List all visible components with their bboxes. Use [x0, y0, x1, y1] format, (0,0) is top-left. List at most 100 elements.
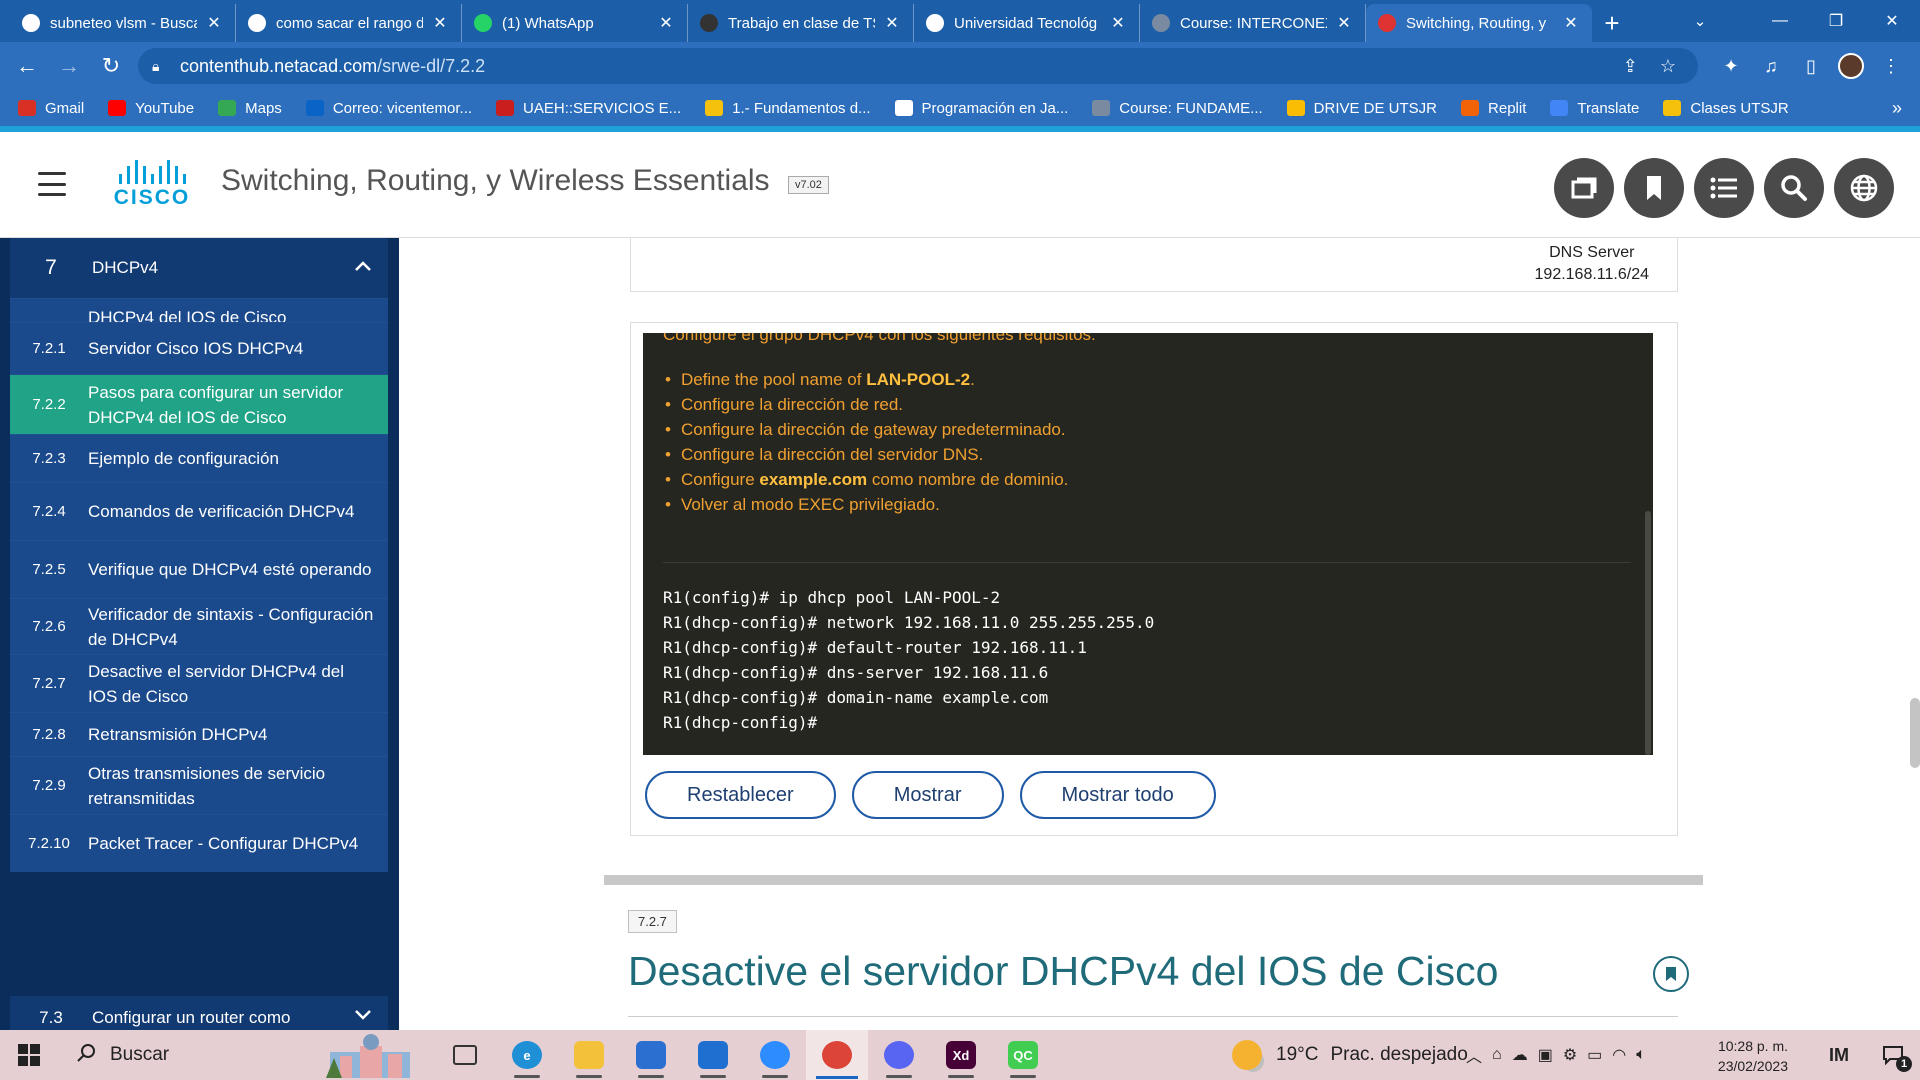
taskbar-app[interactable]: e	[496, 1030, 558, 1080]
next-module-header[interactable]: 7.3 Configurar un router como	[10, 996, 388, 1030]
sidebar-item-7-2-4[interactable]: 7.2.4 Comandos de verificación DHCPv4	[10, 482, 388, 540]
taskbar-app[interactable]	[682, 1030, 744, 1080]
sidebar-item-7-2-6[interactable]: 7.2.6 Verificador de sintaxis - Configura…	[10, 598, 388, 654]
page-scrollbar[interactable]	[1910, 698, 1920, 768]
sidebar-item-7-2-10[interactable]: 7.2.10 Packet Tracer - Configurar DHCPv4	[10, 814, 388, 872]
show-all-button[interactable]: Mostrar todo	[1019, 771, 1216, 819]
sidebar-item-7-2-2[interactable]: 7.2.2 Pasos para configurar un servidor D…	[10, 374, 388, 434]
taskbar-app[interactable]	[806, 1030, 868, 1080]
taskbar-app[interactable]: QC	[992, 1030, 1054, 1080]
forward-icon[interactable]: →	[48, 45, 90, 87]
close-icon[interactable]: ✕	[657, 13, 675, 33]
close-icon[interactable]: ✕	[883, 13, 901, 33]
sidebar-item-7-2-8[interactable]: 7.2.8 Retransmisión DHCPv4	[10, 712, 388, 756]
browser-tab[interactable]: como sacar el rango d ✕	[236, 4, 462, 42]
requirement-text-end: .	[970, 370, 975, 389]
close-icon[interactable]: ✕	[1335, 13, 1353, 33]
show-button[interactable]: Mostrar	[851, 771, 1004, 819]
sidebar-item-7-2-3[interactable]: 7.2.3 Ejemplo de configuración	[10, 434, 388, 482]
close-icon[interactable]: ✕	[1109, 13, 1127, 33]
tab-search-icon[interactable]: ⌄	[1678, 0, 1722, 42]
taskbar-app[interactable]	[558, 1030, 620, 1080]
media-control-icon[interactable]: ♫	[1754, 46, 1788, 86]
bookmarks-overflow-button[interactable]: »	[1892, 90, 1902, 126]
reload-icon[interactable]: ↻	[90, 45, 132, 87]
module-header[interactable]: 7 DHCPv4	[10, 238, 388, 298]
taskbar-search[interactable]: Buscar	[60, 1030, 420, 1080]
list-icon[interactable]	[1694, 158, 1754, 218]
extensions-icon[interactable]: ✦	[1714, 46, 1748, 86]
sidebar-item-7-2-7[interactable]: 7.2.7 Desactive el servidor DHCPv4 del IO…	[10, 654, 388, 712]
requirement-text: Configure la dirección del servidor DNS.	[680, 445, 984, 464]
sidebar-item-7-2-5[interactable]: 7.2.5 Verifique que DHCPv4 esté operando	[10, 540, 388, 598]
bookmark-item[interactable]: Translate	[1550, 100, 1639, 117]
volume-icon[interactable]: 🔈︎	[1636, 1046, 1646, 1064]
restore-icon[interactable]: ❐	[1808, 0, 1864, 42]
taskbar-app[interactable]	[868, 1030, 930, 1080]
browser-tab[interactable]: (1) WhatsApp ✕	[462, 4, 688, 42]
taskbar-app[interactable]	[744, 1030, 806, 1080]
new-tab-button[interactable]: +	[1592, 4, 1632, 42]
bookmark-icon[interactable]	[1624, 158, 1684, 218]
wifi-icon[interactable]: ◠	[1612, 1045, 1626, 1065]
bookmark-item[interactable]: Course: FUNDAME...	[1092, 100, 1263, 117]
cisco-logo[interactable]: CISCO	[108, 160, 196, 210]
browser-tab[interactable]: Course: INTERCONEXI ✕	[1140, 4, 1366, 42]
camera-icon[interactable]: ⌂	[1492, 1046, 1502, 1064]
share-icon[interactable]: ⇪	[1623, 56, 1638, 77]
bookmark-item[interactable]: Gmail	[18, 100, 84, 117]
terminal-scrollbar[interactable]	[1645, 511, 1651, 755]
bookmark-item[interactable]: UAEH::SERVICIOS E...	[496, 100, 681, 117]
side-panel-icon[interactable]: ▯	[1794, 46, 1828, 86]
bookmark-item[interactable]: 1.- Fundamentos d...	[705, 100, 871, 117]
section-bookmark-icon[interactable]	[1653, 956, 1689, 992]
chevron-down-icon[interactable]	[338, 1008, 388, 1026]
bookmark-item[interactable]: Correo: vicentemor...	[305, 100, 472, 117]
sidebar-item-7-2-1[interactable]: 7.2.1 Servidor Cisco IOS DHCPv4	[10, 322, 388, 374]
terminal-window[interactable]: Configure el grupo DHCPv4 con los siguie…	[643, 333, 1653, 755]
bookmark-item[interactable]: DRIVE DE UTSJR	[1286, 100, 1437, 117]
chevron-up-icon[interactable]: ︿	[1466, 1043, 1482, 1067]
battery-icon[interactable]: ▭	[1587, 1045, 1602, 1065]
list-item[interactable]: DHCPv4 del IOS de Cisco	[10, 298, 388, 322]
copy-window-icon[interactable]	[1554, 158, 1614, 218]
browser-tab[interactable]: Trabajo en clase de TS ✕	[688, 4, 914, 42]
bookmark-star-icon[interactable]: ☆	[1660, 56, 1676, 77]
taskbar-app[interactable]	[620, 1030, 682, 1080]
reset-button[interactable]: Restablecer	[645, 771, 836, 819]
browser-menu-icon[interactable]: ⋮	[1874, 46, 1908, 86]
close-icon[interactable]: ✕	[1562, 13, 1580, 33]
close-icon[interactable]: ✕	[205, 13, 223, 33]
minimize-icon[interactable]: —	[1752, 0, 1808, 42]
taskbar-app[interactable]: Xd	[930, 1030, 992, 1080]
taskbar-app[interactable]	[434, 1030, 496, 1080]
close-icon[interactable]: ✕	[431, 13, 449, 33]
browser-tab[interactable]: Universidad Tecnológ ✕	[914, 4, 1140, 42]
back-icon[interactable]: ←	[6, 45, 48, 87]
course-nav-sidebar: 7 DHCPv4 DHCPv4 del IOS de Cisco 7.2.1 Se…	[0, 238, 399, 1030]
bookmark-item[interactable]: Replit	[1461, 100, 1526, 117]
taskbar-clock[interactable]: 10:28 p. m. 23/02/2023	[1700, 1036, 1788, 1076]
hamburger-menu-icon[interactable]	[38, 172, 66, 196]
profile-avatar[interactable]	[1834, 46, 1868, 86]
lock-icon[interactable]: 🔒︎	[152, 58, 168, 75]
ime-icon[interactable]: IM	[1812, 1030, 1866, 1080]
chevron-up-icon[interactable]	[338, 259, 388, 277]
globe-language-icon[interactable]	[1834, 158, 1894, 218]
browser-tab[interactable]: subneteo vlsm - Busca ✕	[10, 4, 236, 42]
sidebar-item-7-2-9[interactable]: 7.2.9 Otras transmisiones de servicio ret…	[10, 756, 388, 814]
windows-start-icon[interactable]	[0, 1030, 58, 1080]
bookmark-item[interactable]: Maps	[218, 100, 282, 117]
bookmark-item[interactable]: Programación en Ja...	[894, 100, 1068, 117]
notifications-icon[interactable]: 1	[1866, 1030, 1920, 1080]
bookmark-item[interactable]: YouTube	[108, 100, 194, 117]
settings-sliders-icon[interactable]: ⚙	[1563, 1045, 1577, 1065]
weather-widget[interactable]: 19°C Prac. despejado	[1232, 1030, 1468, 1080]
close-window-icon[interactable]: ✕	[1864, 0, 1920, 42]
bookmark-item[interactable]: Clases UTSJR	[1663, 100, 1789, 117]
search-icon[interactable]	[1764, 158, 1824, 218]
onedrive-icon[interactable]: ☁	[1512, 1045, 1528, 1065]
monitor-icon[interactable]: ▣	[1538, 1045, 1553, 1065]
address-bar[interactable]: 🔒︎ contenthub.netacad.com/srwe-dl/7.2.2 …	[138, 48, 1698, 84]
browser-tab[interactable]: Switching, Routing, y ✕	[1366, 4, 1592, 42]
